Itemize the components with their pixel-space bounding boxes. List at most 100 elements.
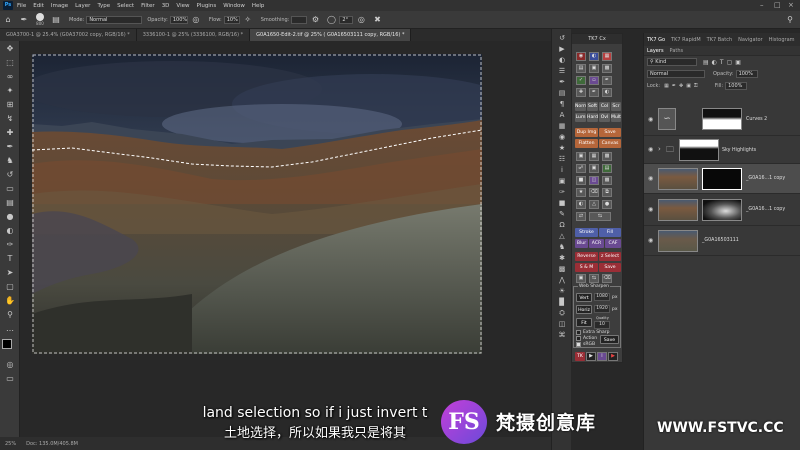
channels-panel-icon[interactable]: ▤	[555, 88, 569, 98]
layer-thumbnail[interactable]	[658, 230, 698, 252]
tk-levels-icon[interactable]: ▫	[589, 76, 599, 85]
brush-settings-icon[interactable]: ▤	[51, 15, 61, 25]
tk-lock-2-icon[interactable]: ▣	[576, 274, 586, 283]
layer-thumbnail[interactable]	[658, 199, 698, 221]
clone-stamp-tool-icon[interactable]: ♞	[3, 155, 17, 167]
brush-tool-icon[interactable]: ✒	[3, 141, 17, 153]
tk-merge-icon[interactable]: ◫	[589, 176, 599, 185]
tk-channel-icon[interactable]: ▣	[589, 64, 599, 73]
layer-thumbnail[interactable]	[658, 168, 698, 190]
tab-document-2[interactable]: 3336100-1 @ 25% (3336100, RGB/16) *	[136, 29, 251, 41]
notes-panel-icon[interactable]: ✎	[555, 209, 569, 219]
menu-edit[interactable]: Edit	[33, 3, 44, 9]
horiz-value[interactable]: 1920	[594, 305, 610, 313]
tk-frame-icon[interactable]: ▣	[589, 164, 599, 173]
glyphs-panel-icon[interactable]: Ω	[555, 220, 569, 230]
tk-window-icon[interactable]: ▩	[602, 152, 612, 161]
menu-3d[interactable]: 3D	[162, 3, 170, 9]
record-icon[interactable]: ▶	[608, 352, 618, 361]
pressure-opacity-icon[interactable]: ◎	[191, 15, 201, 25]
zoom-tool-icon[interactable]: ⚲	[3, 309, 17, 321]
dup-img-button[interactable]: Dup Img	[575, 128, 598, 137]
symmetry-icon[interactable]: ✖	[372, 15, 382, 25]
blend-scr-button[interactable]: Scr	[611, 102, 621, 111]
flatten-button[interactable]: Flatten	[575, 139, 598, 148]
menu-type[interactable]: Type	[97, 3, 110, 9]
tk-zone-icon[interactable]: ▤	[576, 64, 586, 73]
fill-button[interactable]: Fill	[599, 228, 621, 237]
lock-icons[interactable]: ▦✒✥▣⚿	[664, 83, 701, 89]
tk-mask-add-icon[interactable]: ◐	[576, 200, 586, 209]
more-tools-icon[interactable]: …	[3, 323, 17, 335]
vert-value[interactable]: 1080	[594, 293, 610, 301]
eraser-tool-icon[interactable]: ▭	[3, 183, 17, 195]
tk-color-icon[interactable]: ▦	[602, 52, 612, 61]
pressure-size-icon[interactable]: ◎	[356, 15, 366, 25]
stroke-button[interactable]: Stroke	[575, 228, 598, 237]
srgb-checkbox[interactable]	[576, 342, 581, 347]
document-size[interactable]: Doc: 135.0M/405.8M	[26, 441, 78, 447]
hand-tool-icon[interactable]: ✋	[3, 295, 17, 307]
tk-heal-icon[interactable]: ✚	[576, 88, 586, 97]
layer-name[interactable]: Curves 2	[746, 117, 767, 122]
visibility-eye-icon[interactable]: ◉	[648, 116, 653, 123]
move-tool-icon[interactable]: ✥	[3, 43, 17, 55]
tk-group-icon[interactable]: ■	[576, 176, 586, 185]
layer-name[interactable]: _G0A16503111	[702, 238, 739, 243]
blend-norm-button[interactable]: Norm	[575, 102, 586, 111]
minimize-icon[interactable]: –	[760, 1, 764, 9]
tab-navigator[interactable]: Navigator	[738, 37, 762, 43]
tab-document-1[interactable]: G0A3700-1 @ 25.4% (G0A37002 copy, RGB/16…	[0, 29, 137, 41]
menu-filter[interactable]: Filter	[141, 3, 155, 9]
layer-filter-select[interactable]: ⚲ Kind	[647, 58, 697, 66]
3d-panel-icon[interactable]: △	[555, 231, 569, 241]
quality-value[interactable]: 10	[594, 321, 610, 329]
tk-stamp-icon[interactable]: ▩	[602, 176, 612, 185]
layer-mask-thumbnail[interactable]	[702, 108, 742, 130]
quick-select-tool-icon[interactable]: ✦	[3, 85, 17, 97]
layer-row[interactable]: ◉ _G0A16...1 copy	[644, 194, 800, 226]
save-button[interactable]: Save	[599, 128, 621, 137]
layer-opacity-input[interactable]: 100%	[735, 70, 758, 78]
learn-panel-icon[interactable]: ☀	[555, 286, 569, 296]
action-checkbox[interactable]	[576, 336, 581, 341]
layer-name[interactable]: _G0A16...1 copy	[746, 207, 785, 212]
tab-layers[interactable]: Layers	[647, 48, 664, 54]
smoothing-settings-icon[interactable]: ⚙	[310, 15, 320, 25]
tk-link-icon[interactable]: ☍	[576, 164, 586, 173]
home-icon[interactable]: ⌂	[3, 15, 13, 25]
tab-tk7-rapidm[interactable]: TK7 RapidM	[671, 37, 701, 43]
comps-panel-icon[interactable]: ▩	[555, 264, 569, 274]
properties-panel-icon[interactable]: ☰	[555, 66, 569, 76]
measurement-panel-icon[interactable]: ⋀	[555, 275, 569, 285]
dodge-tool-icon[interactable]: ◐	[3, 225, 17, 237]
adjustments-panel-icon[interactable]: ◐	[555, 55, 569, 65]
tk-dodge-icon[interactable]: ◐	[602, 88, 612, 97]
styles-panel-icon[interactable]: ★	[555, 143, 569, 153]
gradient-tool-icon[interactable]: ▤	[3, 197, 17, 209]
tk-copy-icon[interactable]: ⧉	[602, 188, 612, 197]
flow-input[interactable]: 10%	[223, 15, 240, 24]
tk-delete-icon[interactable]: ⌫	[602, 274, 612, 283]
tk-trash-icon[interactable]: ⌫	[589, 188, 599, 197]
menu-plugins[interactable]: Plugins	[196, 3, 216, 9]
type-tool-icon[interactable]: T	[3, 253, 17, 265]
tk-curve-icon[interactable]: ✓	[576, 76, 586, 85]
close-icon[interactable]: ×	[788, 1, 794, 9]
navigator-panel-icon[interactable]: ▣	[555, 176, 569, 186]
menu-select[interactable]: Select	[117, 3, 134, 9]
menu-help[interactable]: Help	[252, 3, 265, 9]
tk-mask-icon[interactable]: ◉	[576, 52, 586, 61]
tk-flip-icon[interactable]: ⇆	[589, 274, 599, 283]
visibility-eye-icon[interactable]: ◉	[648, 237, 653, 244]
mode-select[interactable]: Normal	[86, 15, 143, 24]
history-panel-icon[interactable]: ↺	[555, 33, 569, 43]
screen-mode-icon[interactable]: ▭	[3, 373, 17, 385]
tab-tk7-go[interactable]: TK7 Go	[647, 37, 665, 43]
blend-lum-button[interactable]: Lum	[575, 113, 586, 122]
blend-col-button[interactable]: Col	[599, 102, 610, 111]
menu-view[interactable]: View	[176, 3, 189, 9]
color-panel-icon[interactable]: ◉	[555, 132, 569, 142]
pen-tool-icon[interactable]: ✑	[3, 239, 17, 251]
blend-soft-button[interactable]: Soft	[587, 102, 598, 111]
